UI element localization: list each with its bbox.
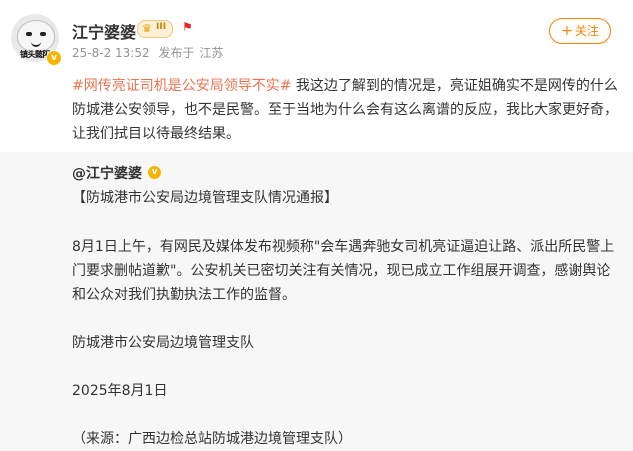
hashtag-link[interactable]: #网传亮证司机是公安局领导不实# [72,78,291,94]
repost-title: 【防城港市公安局边境管理支队情况通报】 [72,190,338,206]
member-badge[interactable]: ♛ III [137,20,173,38]
follow-button[interactable]: + 关注 [549,18,611,44]
post-text: #网传亮证司机是公安局领导不实# 我这边了解到的情况是，亮证姐确实不是网传的什么… [72,74,620,146]
post-meta: 25-8-2 13:52 发布于 江苏 [72,44,228,61]
repost-author[interactable]: @江宁婆婆 [72,163,142,183]
avatar-eye-right [40,32,46,36]
repost-card[interactable]: @江宁婆婆 v 【防城港市公安局边境管理支队情况通报】 8月1日上午，有网民及媒… [0,152,633,451]
badge-level: III [156,22,167,32]
repost-date: 2025年8月1日 [72,383,168,399]
username[interactable]: 江宁婆婆 [72,19,136,43]
avatar-eye-left [26,32,32,36]
crown-icon: ♛ [142,22,152,35]
repost-body: 8月1日上午，有网民及媒体发布视频称"会车遇奔驰女司机亮证逼迫让路、派出所民警上… [72,239,615,303]
post-timestamp[interactable]: 25-8-2 13:52 [72,46,150,60]
avatar-face-icon [17,20,55,52]
repost-source: （来源：广西边检总站防城港边境管理支队） [72,431,352,447]
repost-signature: 防城港市公安局边境管理支队 [72,335,254,351]
post-header: 镇头懿阳 v 江宁婆婆 ♛ III ⚑ 25-8-2 13:52 发布于 江苏 +… [0,0,633,70]
verified-icon: v [46,50,62,66]
verified-icon: v [148,166,161,179]
avatar-mouth [31,41,41,47]
flag-icon[interactable]: ⚑ [182,20,193,34]
follow-label: 关注 [574,24,599,38]
post-location: 江苏 [199,46,224,60]
source-prefix: 发布于 [158,46,195,60]
plus-icon: + [561,23,573,39]
